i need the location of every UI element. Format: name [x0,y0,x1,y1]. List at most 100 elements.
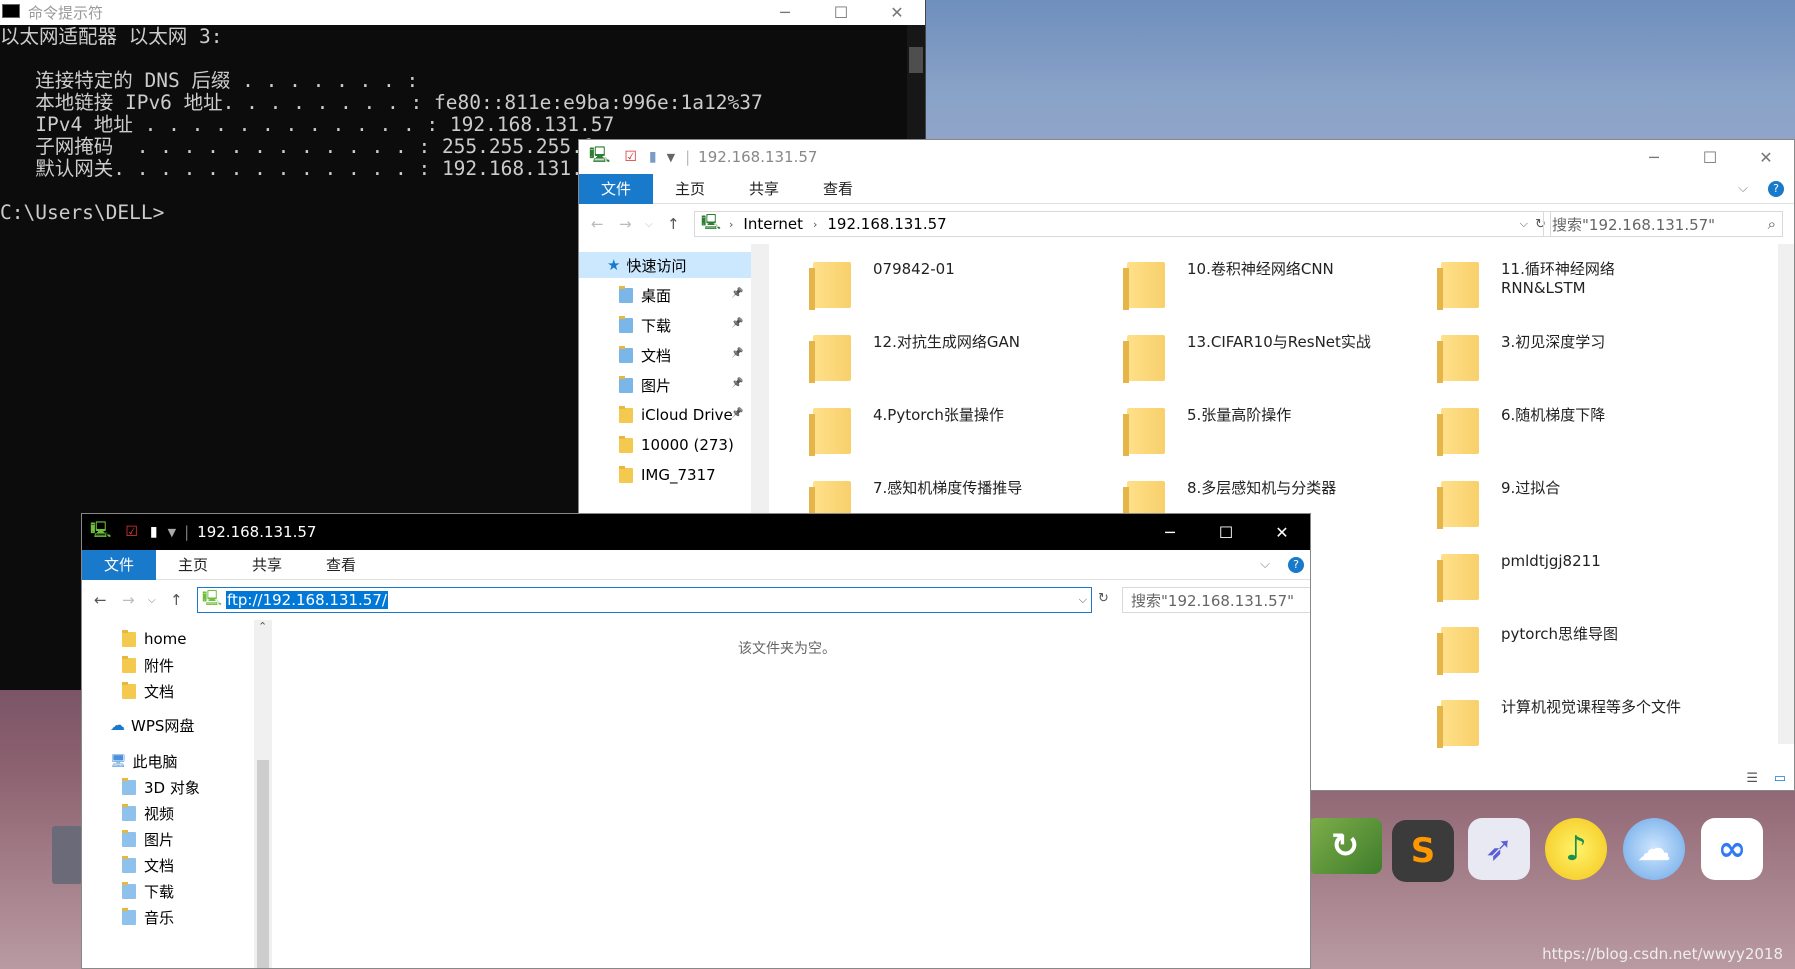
back-arrow-icon[interactable]: ← [591,215,604,233]
folder-icon[interactable] [1437,335,1479,383]
tab-view[interactable]: 查看 [304,550,378,580]
pin-icon[interactable]: 📌 [731,408,743,419]
tab-view[interactable]: 查看 [801,174,875,204]
folder-icon[interactable] [809,335,851,383]
cloud-app-icon[interactable]: ☁ [1623,818,1685,880]
folder-label[interactable]: pytorch思维导图 [1501,625,1618,644]
tab-share[interactable]: 共享 [727,174,801,204]
sidebar-item[interactable]: 桌面 [619,282,671,308]
folder-icon[interactable] [1123,408,1165,456]
folder-icon[interactable] [1123,262,1165,310]
scroll-up-icon[interactable]: ⌃ [258,620,267,633]
cmd-titlebar[interactable]: 命令提示符 ─ ☐ ✕ [0,0,925,25]
search-input[interactable]: 搜索"192.168.131.57" ⌕ [1122,587,1310,613]
recent-chevron-icon[interactable]: ⌵ [148,595,156,606]
quick-access-toolbar-icon[interactable]: 🖳 [90,519,111,546]
help-icon[interactable]: ? [1768,180,1784,197]
new-folder-icon[interactable]: ▮ [150,524,158,540]
folder-label[interactable]: 12.对抗生成网络GAN [873,333,1020,352]
sidebar-item[interactable]: 图片 [619,372,671,398]
folder-icon[interactable] [1437,554,1479,602]
sidebar-item[interactable]: 下载 [619,312,671,338]
search-icon[interactable]: ⌕ [1768,215,1776,233]
folder-label[interactable]: 8.多层感知机与分类器 [1187,479,1336,498]
address-bar[interactable]: 🖳 › Internet › 192.168.131.57 ⌵ ↻ [694,211,1551,237]
folder-label[interactable]: 10.卷积神经网络CNN [1187,260,1334,279]
folder-label[interactable]: 4.Pytorch张量操作 [873,406,1004,425]
search-input[interactable]: 搜索"192.168.131.57" ⌕ [1543,211,1783,237]
sidebar-item[interactable]: 音乐 [122,904,174,930]
sidebar-item[interactable]: 文档 [122,678,174,704]
pin-icon[interactable]: 📌 [731,378,743,389]
properties-icon[interactable]: ☑ [125,524,138,540]
folder-label[interactable]: 13.CIFAR10与ResNet实战 [1187,333,1371,352]
breadcrumb-host[interactable]: 192.168.131.57 [827,215,946,233]
sidebar-item[interactable]: ★ 快速访问 [579,252,751,278]
sidebar-item[interactable]: home [122,626,187,652]
folder-icon[interactable] [1123,335,1165,383]
sidebar-scrollbar[interactable]: ⌃ [254,620,272,968]
sidebar-item[interactable]: 图片 [122,826,174,852]
forward-arrow-icon[interactable]: → [122,591,135,609]
help-icon[interactable]: ? [1288,556,1304,573]
folder-icon[interactable] [1437,481,1479,529]
bird-app-icon[interactable]: ➶ [1468,818,1530,880]
folder-label[interactable]: 9.过拟合 [1501,479,1560,498]
maximize-button[interactable]: ☐ [813,0,869,25]
tab-home[interactable]: 主页 [653,174,727,204]
close-button[interactable]: ✕ [1738,140,1794,174]
customize-toolbar-chevron-icon[interactable]: ▼ [168,526,176,539]
sublime-text-icon[interactable]: S [1392,820,1454,882]
large-icons-view-icon[interactable]: ▭ [1774,771,1786,786]
pin-icon[interactable]: 📌 [731,348,743,359]
explorer-front-titlebar[interactable]: 🖳 ☑ ▮ ▼ | 192.168.131.57 ─ ☐ ✕ [82,514,1310,550]
address-dropdown-icon[interactable]: ⌵ [1520,217,1528,231]
folder-icon[interactable] [1437,408,1479,456]
refresh-icon[interactable]: ↻ [1098,591,1109,606]
minimize-button[interactable]: ─ [1142,514,1198,550]
details-view-icon[interactable]: ☰ [1746,771,1758,786]
sidebar-item[interactable]: 3D 对象 [122,774,200,800]
scroll-thumb[interactable] [257,760,269,968]
app-dock-icon-1[interactable]: ↻ [1308,818,1382,874]
explorer-window-front[interactable]: 🖳 ☑ ▮ ▼ | 192.168.131.57 ─ ☐ ✕ 文件 主页 共享 … [81,513,1311,969]
back-arrow-icon[interactable]: ← [94,591,107,609]
ribbon-expand-chevron-icon[interactable]: ⌵ [1738,181,1748,196]
folder-label[interactable]: 6.随机梯度下降 [1501,406,1605,425]
maximize-button[interactable]: ☐ [1198,514,1254,550]
minimize-button[interactable]: ─ [1626,140,1682,174]
sidebar-item[interactable]: 10000 (273) [619,432,734,458]
folder-icon[interactable] [1437,700,1479,748]
sidebar-item[interactable]: ☁ WPS网盘 [110,712,194,738]
folder-label[interactable]: pmldtjgj8211 [1501,552,1601,571]
pin-icon[interactable]: 📌 [731,318,743,329]
minimize-button[interactable]: ─ [757,0,813,25]
desktop-trash-icon[interactable] [52,826,82,884]
up-arrow-icon[interactable]: ↑ [170,591,183,609]
quick-access-toolbar-icon[interactable]: 🖳 [589,144,610,171]
close-button[interactable]: ✕ [1254,514,1310,550]
customize-toolbar-chevron-icon[interactable]: ▼ [667,151,675,164]
sidebar-item[interactable]: 附件 [122,652,174,678]
close-button[interactable]: ✕ [869,0,925,25]
cmd-scroll-thumb[interactable] [909,47,923,73]
folder-label[interactable]: 7.感知机梯度传播推导 [873,479,1022,498]
address-input[interactable]: ftp://192.168.131.57/ [226,591,388,609]
recent-chevron-icon[interactable]: ⌵ [645,219,653,230]
forward-arrow-icon[interactable]: → [619,215,632,233]
ribbon-expand-chevron-icon[interactable]: ⌵ [1260,557,1270,572]
sidebar-item[interactable]: 文档 [619,342,671,368]
folder-icon[interactable] [1437,627,1479,675]
sidebar-item[interactable]: 下载 [122,878,174,904]
folder-label[interactable]: 079842-01 [873,260,955,279]
properties-icon[interactable]: ☑ [624,149,637,165]
sidebar-item[interactable]: 视频 [122,800,174,826]
sidebar-item[interactable]: iCloud Drive [619,402,733,428]
address-bar[interactable]: 🖳 ftp://192.168.131.57/ ⌵ [197,587,1092,613]
folder-label[interactable]: 11.循环神经网络 RNN&LSTM [1501,260,1615,298]
content-scrollbar[interactable] [1778,244,1794,744]
tab-share[interactable]: 共享 [230,550,304,580]
address-dropdown-icon[interactable]: ⌵ [1079,593,1087,607]
sidebar-item[interactable]: IMG_7317 [619,462,716,488]
baidu-netdisk-icon[interactable]: ∞ [1701,818,1763,880]
